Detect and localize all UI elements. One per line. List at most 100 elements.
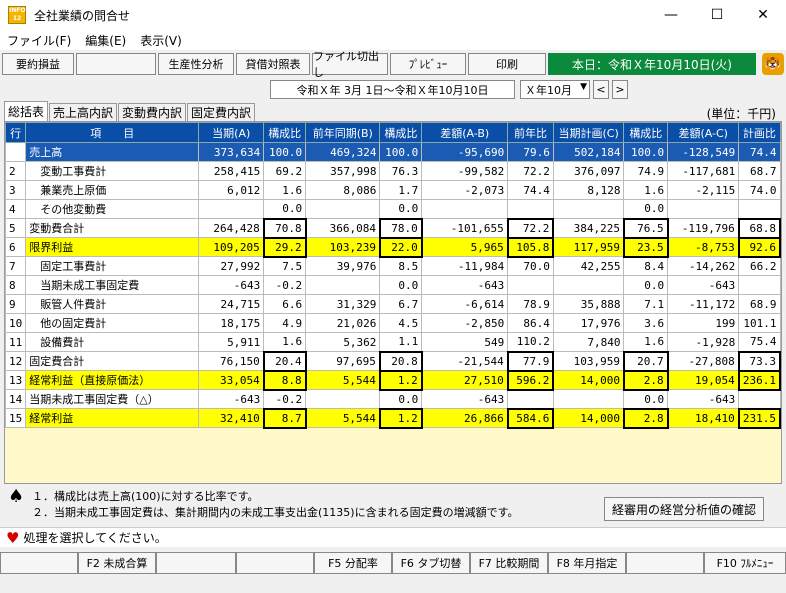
cell-rc: 0.0 xyxy=(623,275,669,295)
cell-rc: 76.5 xyxy=(622,217,669,239)
blank-toolbar-button[interactable] xyxy=(76,53,156,75)
cell-b xyxy=(305,199,381,219)
cell-plan xyxy=(738,199,781,219)
productivity-analysis-button[interactable]: 生産性分析 xyxy=(158,53,234,75)
cell-ra: 8.7 xyxy=(262,407,307,429)
cell-ab xyxy=(421,199,509,219)
header-col-diff-ac: 差額(A-C) xyxy=(667,122,740,143)
balance-sheet-button[interactable]: 貸借対照表 xyxy=(236,53,310,75)
cell-item: 売上高 xyxy=(25,142,200,162)
table-row[interactable]: 3 兼業売上原価 6,012 1.6 8,086 1.7 -2,073 74.4 8,128 1… xyxy=(4,180,781,200)
cell-a: 258,415 xyxy=(198,161,265,181)
cell-ab: -101,655 xyxy=(421,218,509,238)
table-row[interactable]: 5 変動費合計 264,428 70.8 366,084 78.0 -101,655 72.2… xyxy=(4,217,782,239)
table-row[interactable]: 15 経常利益 32,410 8.7 5,544 1.2 26,866 584.6 14,000… xyxy=(4,407,782,429)
cell-no: 3 xyxy=(4,180,27,200)
table-row[interactable]: 10 他の固定費計 18,175 4.9 21,026 4.5 -2,850 86.4 17,… xyxy=(4,313,781,333)
cell-plan: 74.0 xyxy=(738,180,781,200)
cell-a: 33,054 xyxy=(198,370,265,390)
f9-key-button[interactable] xyxy=(626,552,704,574)
confirm-analysis-button[interactable]: 経審用の経営分析値の確認 xyxy=(604,497,764,521)
cell-ra: 70.8 xyxy=(262,217,307,239)
preview-button[interactable]: ﾌﾟﾚﾋﾞｭｰ xyxy=(390,53,466,75)
tab-sales-breakdown[interactable]: 売上高内訳 xyxy=(49,103,118,121)
cell-ac: -27,808 xyxy=(667,351,740,371)
f3-key-button[interactable] xyxy=(156,552,236,574)
cell-b: 469,324 xyxy=(305,142,381,162)
cell-item: 限界利益 xyxy=(25,237,200,257)
cell-c: 14,000 xyxy=(552,408,625,428)
f4-key-button[interactable] xyxy=(236,552,314,574)
cell-rb: 1.1 xyxy=(379,332,423,352)
cell-c xyxy=(552,275,625,295)
f10-key-button[interactable]: F10 ﾌﾙﾒﾆｭｰ xyxy=(704,552,786,574)
cell-b: 5,544 xyxy=(305,370,381,390)
menu-file[interactable]: ファイル(F) xyxy=(0,32,78,49)
table-row[interactable]: 2 変動工事費計 258,415 69.2 357,998 76.3 -99,582 72.… xyxy=(4,161,781,181)
close-button[interactable]: ✕ xyxy=(740,0,786,30)
tiger-mascot-icon[interactable]: 🐯 xyxy=(762,53,784,75)
table-row[interactable]: 8 当期未成工事固定費 -643 -0.2 0.0 -643 0.0 -643 xyxy=(4,275,781,295)
header-col-yoy: 前年比 xyxy=(507,122,554,143)
cell-plan: 68.8 xyxy=(737,217,782,239)
f6-key-button[interactable]: F6 タブ切替 xyxy=(392,552,470,574)
cell-rb: 6.7 xyxy=(379,294,423,314)
table-row[interactable]: 4 その他変動費 0.0 0.0 0.0 xyxy=(4,199,781,219)
summary-pl-button[interactable]: 要約損益 xyxy=(2,53,74,75)
cell-a: 76,150 xyxy=(198,351,265,371)
cell-rc: 1.6 xyxy=(623,180,669,200)
table-row[interactable]: 6 限界利益 109,205 29.2 103,239 22.0 5,965 105.8 117… xyxy=(4,236,782,258)
cell-rc: 1.6 xyxy=(623,332,669,352)
cell-ac: 199 xyxy=(667,313,740,333)
table-row[interactable]: 1 売上高 373,634 100.0 469,324 100.0 -95,690 79.6 5… xyxy=(4,142,781,162)
cell-no: 4 xyxy=(4,199,27,219)
cell-rb: 22.0 xyxy=(378,236,423,258)
f2-key-button[interactable]: F2 未成合算 xyxy=(78,552,156,574)
period-range: 令和Ｘ年 3月 1日～令和Ｘ年10月10日 xyxy=(270,80,515,99)
next-month-button[interactable]: > xyxy=(612,80,628,99)
f7-key-button[interactable]: F7 比較期間 xyxy=(470,552,548,574)
cell-ab: 27,510 xyxy=(421,370,509,390)
header-col-prior: 前年同期(B) xyxy=(305,122,381,143)
menu-edit[interactable]: 編集(E) xyxy=(78,32,133,49)
cell-rc: 23.5 xyxy=(622,236,669,258)
menu-view[interactable]: 表示(V) xyxy=(133,32,189,49)
maximize-button[interactable]: ☐ xyxy=(694,0,740,30)
cell-c: 384,225 xyxy=(552,218,625,238)
cell-rc: 7.1 xyxy=(623,294,669,314)
table-row[interactable]: 9 販管人件費計 24,715 6.6 31,329 6.7 -6,614 78.9 35,8… xyxy=(4,294,781,314)
cell-rb: 4.5 xyxy=(379,313,423,333)
prev-month-button[interactable]: < xyxy=(593,80,609,99)
cell-ac: 18,410 xyxy=(667,408,740,428)
cell-item: その他変動費 xyxy=(25,199,200,219)
cell-c: 35,888 xyxy=(552,294,625,314)
file-export-button[interactable]: ファイル切出し xyxy=(312,50,388,79)
cell-c: 7,840 xyxy=(552,332,625,352)
tab-variable-cost-breakdown[interactable]: 変動費内訳 xyxy=(118,103,187,121)
tab-summary[interactable]: 総括表 xyxy=(4,101,49,121)
print-button[interactable]: 印刷 xyxy=(468,53,546,75)
table-row[interactable]: 13 経常利益（直接原価法） 33,054 8.8 5,544 1.2 27,510 596.… xyxy=(4,369,782,391)
cell-item: 変動工事費計 xyxy=(25,161,200,181)
cell-no: 9 xyxy=(4,294,27,314)
cell-c: 117,959 xyxy=(552,237,625,257)
table-row[interactable]: 7 固定工事費計 27,992 7.5 39,976 8.5 -11,984 70.0 42,… xyxy=(4,256,781,276)
f5-key-button[interactable]: F5 分配率 xyxy=(314,552,392,574)
f8-key-button[interactable]: F8 年月指定 xyxy=(548,552,626,574)
cell-ra: 100.0 xyxy=(263,142,307,162)
cell-item: 兼業売上原価 xyxy=(25,180,200,200)
cell-b xyxy=(305,389,381,409)
cell-item: 当期未成工事固定費 xyxy=(25,275,200,295)
month-select[interactable]: Ｘ年10月 ▼ xyxy=(520,80,590,99)
cell-yoy xyxy=(507,389,554,409)
table-row[interactable]: 12 固定費合計 76,150 20.4 97,695 20.8 -21,544 77.9 10… xyxy=(4,350,782,372)
cell-b: 5,544 xyxy=(305,408,381,428)
table-row[interactable]: 14 当期未成工事固定費（△） -643 -0.2 0.0 -643 0.0 -643 xyxy=(4,389,781,409)
minimize-button[interactable]: — xyxy=(648,0,694,30)
cell-rb: 100.0 xyxy=(379,142,423,162)
menu-bar: ファイル(F) 編集(E) 表示(V) xyxy=(0,30,786,50)
tab-fixed-cost-breakdown[interactable]: 固定費内訳 xyxy=(187,103,256,121)
table-row[interactable]: 11 設備費計 5,911 1.6 5,362 1.1 549 110.2 7,840 1.6-… xyxy=(4,332,781,352)
cell-rc: 100.0 xyxy=(623,142,669,162)
f1-key-button[interactable] xyxy=(0,552,78,574)
